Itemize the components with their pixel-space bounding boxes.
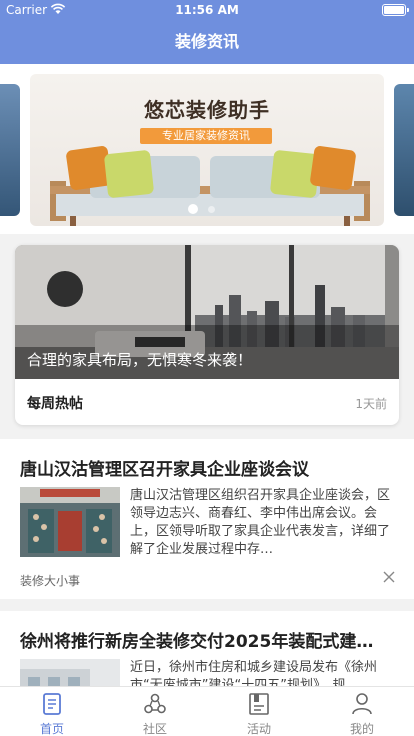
close-icon[interactable] <box>382 570 396 584</box>
news-title: 唐山汉沽管理区召开家具企业座谈会议 <box>20 460 309 480</box>
tab-community[interactable]: 社区 <box>103 687 207 736</box>
profile-icon <box>352 693 372 715</box>
banner-carousel[interactable]: 悠芯装修助手 专业居家装修资讯 <box>0 64 414 234</box>
news-title: 徐州将推行新房全装修交付2025年装配式建… <box>20 632 374 652</box>
tab-label: 社区 <box>142 722 167 736</box>
tab-bar: 首页 社区 活动 我的 <box>0 686 414 736</box>
community-icon <box>144 693 166 714</box>
page-title: 装修资讯 <box>174 32 239 51</box>
tab-profile[interactable]: 我的 <box>310 687 414 736</box>
meeting-photo <box>20 487 120 557</box>
tab-activity[interactable]: 活动 <box>207 687 311 736</box>
banner-title: 悠芯装修助手 <box>144 98 270 122</box>
news-list-item[interactable]: 唐山汉沽管理区召开家具企业座谈会议 唐山汉沽管理区组织召开家具企业座谈会，区领导… <box>0 439 414 599</box>
activity-icon <box>249 693 269 715</box>
clock: 11:56 AM <box>175 3 239 17</box>
banner-slide[interactable]: 悠芯装修助手 专业居家装修资讯 <box>30 74 384 226</box>
banner-next-slide[interactable] <box>394 84 414 216</box>
tab-home[interactable]: 首页 <box>0 687 104 736</box>
carousel-dot[interactable] <box>208 206 215 213</box>
tab-label: 活动 <box>246 722 271 736</box>
nav-bar: 装修资讯 <box>0 20 414 64</box>
carousel-dot-active[interactable] <box>188 204 198 214</box>
battery-icon <box>382 4 409 16</box>
home-doc-icon <box>43 693 61 715</box>
hot-post-label: 每周热帖 <box>27 396 83 412</box>
weekly-hot-post-card[interactable]: 合理的家具布局，无惧寒冬来袭！ 每周热帖 1天前 <box>15 245 399 425</box>
status-bar: Carrier 11:56 AM <box>0 0 414 20</box>
hot-post-time: 1天前 <box>355 397 387 411</box>
tab-label: 我的 <box>349 722 374 736</box>
tab-label: 首页 <box>39 722 64 736</box>
news-source: 装修大小事 <box>20 574 81 588</box>
news-summary: 唐山汉沽管理区组织召开家具企业座谈会，区领导边志兴、商春红、李中伟出席会议。会上… <box>130 488 391 557</box>
banner-prev-slide[interactable] <box>0 84 20 216</box>
hot-post-caption: 合理的家具布局，无惧寒冬来袭！ <box>27 351 253 369</box>
news-list-item[interactable]: 徐州将推行新房全装修交付2025年装配式建… 近日，徐州市住房和城乡建设局发布《… <box>0 611 414 691</box>
